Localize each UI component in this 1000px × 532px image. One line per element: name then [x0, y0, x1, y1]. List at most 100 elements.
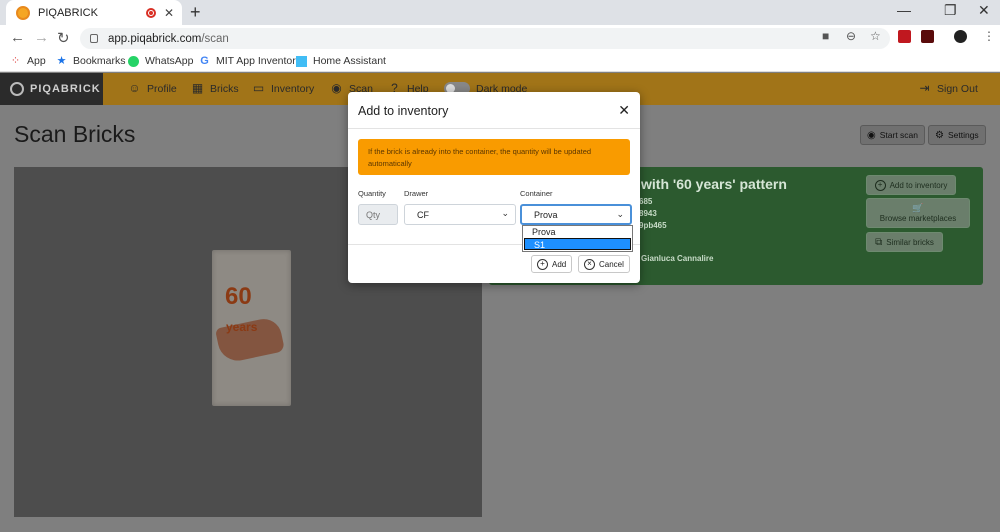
star-icon: ★: [56, 54, 67, 67]
bookmark-label: Home Assistant: [313, 55, 386, 67]
piqabrick-logo-icon: [10, 82, 24, 96]
nav-label: Sign Out: [937, 82, 978, 95]
similar-bricks-button[interactable]: ⧉ Similar bricks: [866, 232, 943, 252]
bookmarks-bar: ⁘ App ★ Bookmarks WhatsApp G MIT App Inv…: [0, 52, 1000, 72]
minimize-icon[interactable]: —: [897, 2, 911, 18]
result-detail: 685: [639, 197, 653, 206]
settings-button[interactable]: ⚙ Settings: [928, 125, 986, 145]
button-label: Add: [552, 259, 567, 269]
browse-marketplaces-button[interactable]: 🛒 Browse marketplaces: [866, 198, 970, 228]
apps-grid-icon: ⁘: [10, 54, 21, 67]
chevron-down-icon: ⌄: [616, 209, 624, 219]
page-title: Scan Bricks: [14, 121, 136, 147]
lock-icon: [90, 34, 98, 43]
url-path: /scan: [201, 32, 229, 45]
nav-label: Bricks: [210, 82, 239, 95]
drawer-value: CF: [417, 209, 429, 220]
quantity-label: Quantity: [358, 189, 386, 198]
bookmark-home-assistant[interactable]: Home Assistant: [296, 55, 386, 67]
x-circle-icon: ×: [584, 258, 595, 270]
brand-name: PIQABRICK: [30, 83, 101, 95]
bookmark-mit-app-inventor[interactable]: G MIT App Inventor: [199, 55, 296, 67]
gear-icon: ⚙: [935, 129, 944, 141]
plus-circle-icon: +: [874, 179, 886, 191]
add-button[interactable]: + Add: [531, 255, 573, 273]
grid-icon: ▦: [191, 81, 204, 95]
drawer-select[interactable]: CF ⌄: [404, 204, 516, 225]
camera-icon[interactable]: ■: [822, 29, 829, 43]
browser-tab[interactable]: PIQABRICK ✕: [6, 0, 182, 25]
nav-label: Profile: [147, 82, 177, 95]
nav-profile[interactable]: ☺ Profile: [128, 81, 177, 95]
bookmark-bookmarks[interactable]: ★ Bookmarks: [56, 55, 126, 67]
new-tab-icon[interactable]: +: [190, 2, 201, 23]
container-dropdown-list: Prova S1: [522, 225, 633, 252]
close-icon[interactable]: ✕: [618, 102, 630, 119]
tab-close-icon[interactable]: ✕: [164, 6, 174, 20]
nav-inventory[interactable]: ▭ Inventory: [252, 82, 314, 95]
nav-label: Inventory: [271, 82, 315, 95]
button-label: Add to inventory: [889, 180, 948, 190]
sign-out-link[interactable]: ⇥ Sign Out: [918, 81, 978, 95]
result-title: with '60 years' pattern: [641, 176, 787, 192]
forward-icon[interactable]: →: [34, 29, 49, 46]
close-window-icon[interactable]: ✕: [978, 2, 990, 19]
add-to-inventory-button[interactable]: + Add to inventory: [866, 175, 956, 195]
bookmark-apps[interactable]: ⁘ App: [10, 55, 46, 67]
button-label: Browse marketplaces: [879, 214, 957, 223]
nav-bricks[interactable]: ▦ Bricks: [191, 82, 239, 95]
whatsapp-icon: [128, 55, 139, 67]
dropdown-option-prova[interactable]: Prova: [523, 226, 632, 238]
user-icon: ☺: [128, 81, 141, 95]
bookmark-label: Bookmarks: [73, 55, 126, 67]
container-label: Container: [520, 189, 553, 198]
bookmark-whatsapp[interactable]: WhatsApp: [128, 55, 193, 67]
recording-icon: [145, 7, 156, 18]
home-assistant-icon: [296, 55, 307, 67]
start-scan-button[interactable]: ◉ Start scan: [860, 125, 926, 145]
chevron-down-icon: ⌄: [501, 208, 509, 218]
copy-icon: ⧉: [875, 236, 883, 248]
piqabrick-favicon-icon: [16, 5, 30, 20]
google-icon: G: [200, 54, 209, 67]
button-label: Start scan: [879, 130, 919, 140]
drawer-label: Drawer: [404, 189, 429, 198]
cart-icon: 🛒: [912, 203, 924, 213]
restore-icon[interactable]: ❐: [944, 2, 957, 19]
bookmark-star-icon[interactable]: ☆: [870, 29, 881, 43]
brick-print-number: 60: [225, 283, 252, 310]
cancel-button[interactable]: × Cancel: [578, 255, 630, 273]
result-detail: 8943: [639, 209, 657, 218]
ublock-extension-icon[interactable]: [898, 30, 911, 43]
scanned-brick-image: 60 years: [212, 250, 291, 406]
tab-title: PIQABRICK: [38, 6, 98, 19]
zoom-icon[interactable]: ⊖: [846, 29, 856, 43]
modal-title: Add to inventory: [358, 104, 449, 118]
add-to-inventory-modal: Add to inventory ✕ If the brick is alrea…: [348, 92, 640, 283]
address-bar[interactable]: app.piqabrick.com/scan: [80, 28, 890, 49]
profile-avatar-icon[interactable]: [954, 30, 967, 43]
quantity-input[interactable]: [358, 204, 398, 225]
button-label: Similar bricks: [886, 237, 934, 247]
url-host: app.piqabrick.com: [108, 32, 202, 45]
extension-icon[interactable]: [921, 30, 934, 43]
dropdown-option-s1[interactable]: S1: [524, 238, 631, 250]
archive-icon: ▭: [252, 81, 265, 95]
result-detail: 9pb465: [639, 221, 667, 230]
info-alert: If the brick is already into the contain…: [358, 139, 630, 175]
bookmark-label: WhatsApp: [145, 55, 194, 67]
result-author: Gianluca Cannalire: [641, 254, 714, 263]
browser-tabstrip: PIQABRICK ✕ + — ❐ ✕: [0, 0, 1000, 25]
sign-out-icon: ⇥: [919, 81, 930, 95]
menu-icon[interactable]: ⋮: [983, 29, 995, 43]
container-select[interactable]: Prova ⌄: [520, 204, 632, 225]
modal-divider: [348, 128, 640, 129]
button-label: Cancel: [599, 259, 624, 269]
button-label: Settings: [947, 130, 979, 140]
bookmark-label: MIT App Inventor: [216, 55, 296, 67]
back-icon[interactable]: ←: [10, 29, 25, 46]
reload-icon[interactable]: ↻: [57, 29, 70, 47]
bookmark-label: App: [27, 55, 46, 67]
plus-circle-icon: +: [537, 258, 548, 270]
brand-logo[interactable]: PIQABRICK: [0, 73, 103, 105]
